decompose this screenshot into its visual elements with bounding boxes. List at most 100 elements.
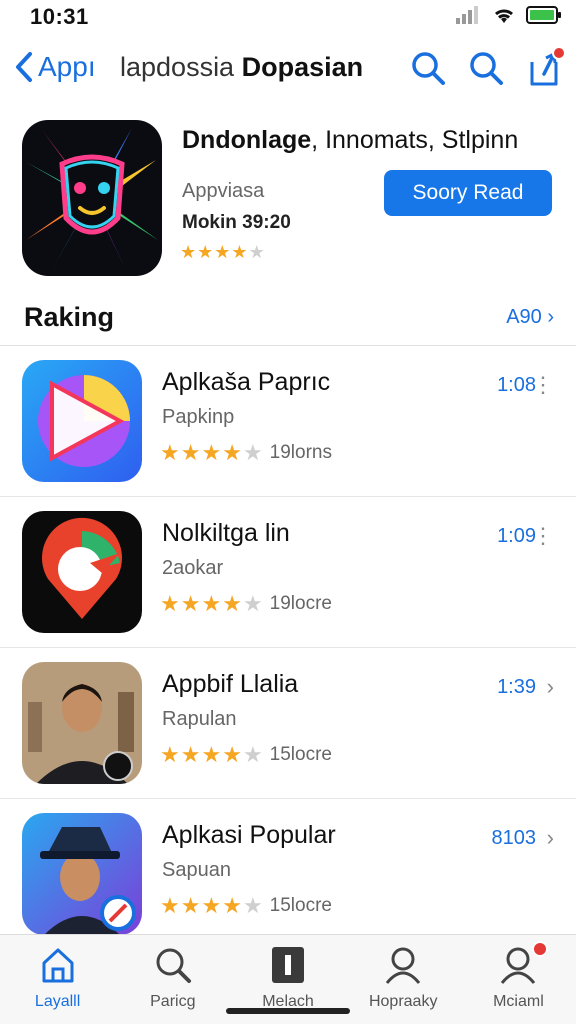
rating-stars: ★★★★★ — [160, 893, 264, 919]
rating-count: 19lorns — [269, 442, 332, 463]
star-icon: ★ — [222, 893, 243, 918]
app-icon — [22, 360, 142, 482]
tab-label: Paricg — [150, 993, 196, 1010]
app-time: 8103 — [491, 827, 537, 849]
more-options-icon[interactable]: ⋮ — [532, 523, 554, 549]
featured-app[interactable]: Dndonlage, Innomats, Stlpinn Appviasa Mo… — [0, 118, 576, 284]
star-icon: ★ — [180, 591, 202, 616]
notification-badge — [552, 46, 566, 60]
home-icon — [42, 948, 74, 983]
star-icon: ★ — [160, 591, 181, 616]
list-item[interactable]: Aplkaša Paprıc Papkinp ★★★★★ 19lorns 1:0… — [0, 346, 576, 497]
star-icon: ★ — [201, 742, 223, 767]
app-rating: ★★★★★ 19locre — [160, 591, 332, 617]
play-triangle-icon — [22, 360, 142, 482]
star-icon: ★ — [214, 242, 232, 262]
rating-stars: ★★★★★ — [160, 440, 264, 466]
star-icon: ★ — [201, 893, 223, 918]
avatar-hat-icon — [22, 813, 142, 935]
app-title: Nolkiltga lin — [162, 519, 290, 547]
star-icon: ★ — [242, 742, 264, 767]
app-time: 1:39 — [497, 676, 536, 698]
star-icon: ★ — [160, 742, 181, 767]
app-title: Aplkaša Paprıc — [162, 368, 331, 396]
star-icon: ★ — [242, 591, 264, 616]
status-time: 10:31 — [30, 4, 89, 29]
star-icon: ★ — [201, 591, 223, 616]
star-icon: ★ — [180, 893, 202, 918]
featured-app-name: Dndonlage, Innomats, Stlpinn — [182, 126, 518, 155]
portrait-icon — [22, 662, 142, 784]
rating-count: 15locre — [269, 895, 332, 916]
status-bar: 10:31 — [0, 0, 576, 36]
list-item[interactable]: Appbif Llalia Rapulan ★★★★★ 15locre 1:39… — [0, 648, 576, 799]
tab-badge — [532, 941, 549, 957]
wifi-icon — [495, 9, 513, 23]
home-indicator — [226, 1008, 350, 1014]
rating-stars: ★★★★★ — [160, 591, 264, 617]
book-icon — [272, 947, 304, 983]
star-icon: ★ — [180, 742, 202, 767]
tab-label: Mciaml — [493, 993, 544, 1010]
nav-actions — [410, 46, 566, 88]
star-icon: ★ — [160, 440, 181, 465]
search-icon — [412, 52, 445, 85]
list-item[interactable]: Nolkiltga lin 2aokar ★★★★★ 19locre 1:09 … — [0, 497, 576, 648]
star-icon: ★ — [248, 242, 266, 262]
page-title-light: lapdossia — [120, 52, 235, 82]
star-icon: ★ — [180, 242, 198, 262]
page-title: lapdossia Dopasian — [120, 52, 363, 83]
tab-1[interactable]: Paricg — [115, 935, 230, 1024]
star-icon: ★ — [201, 440, 223, 465]
chevron-right-icon[interactable]: › — [547, 674, 554, 700]
tab-4[interactable]: Mciaml — [461, 935, 576, 1024]
app-subtitle: 2aokar — [162, 557, 224, 579]
nav-bar: Appı lapdossia Dopasian — [0, 44, 576, 96]
person-icon — [386, 947, 421, 984]
star-icon: ★ — [197, 242, 215, 262]
search-button[interactable] — [410, 48, 446, 88]
app-subtitle: Papkinp — [162, 406, 235, 428]
featured-app-name-rest: , Innomats, Stlpinn — [311, 126, 519, 154]
app-rating: ★★★★★ 19lorns — [160, 440, 332, 466]
share-button[interactable] — [526, 46, 566, 88]
app-icon — [22, 511, 142, 633]
app-subtitle: Rapulan — [162, 708, 237, 730]
search-button-2[interactable] — [468, 48, 504, 88]
app-time: 1:09 — [497, 525, 536, 547]
tab-0[interactable]: Layalll — [0, 935, 115, 1024]
featured-app-icon — [22, 120, 162, 276]
search-icon — [156, 948, 191, 983]
mask-sunburst-icon — [26, 128, 158, 270]
ranking-section-header: Raking A90 › — [0, 296, 576, 346]
featured-app-name-bold: Dndonlage — [182, 126, 312, 154]
star-icon: ★ — [231, 242, 249, 262]
featured-action-button[interactable]: Soory Read — [384, 170, 552, 216]
more-options-icon[interactable]: ⋮ — [532, 372, 554, 398]
rating-count: 19locre — [269, 593, 332, 614]
app-list: Aplkaša Paprıc Papkinp ★★★★★ 19lorns 1:0… — [0, 346, 576, 950]
signal-icon — [456, 6, 478, 24]
star-icon: ★ — [222, 440, 243, 465]
back-button[interactable]: Appı — [14, 50, 96, 84]
featured-app-developer: Appviasa — [182, 180, 265, 202]
list-item[interactable]: Aplkasi Popular Sapuan ★★★★★ 15locre 810… — [0, 799, 576, 950]
tab-3[interactable]: Hopraaky — [346, 935, 461, 1024]
see-all-link[interactable]: A90 › — [506, 306, 554, 329]
tab-label: Layalll — [34, 993, 81, 1010]
tab-label: Hopraaky — [368, 993, 438, 1010]
featured-app-meta: Mokin 39:20 — [182, 212, 291, 233]
app-subtitle: Sapuan — [162, 859, 231, 881]
star-icon: ★ — [222, 591, 243, 616]
app-icon — [22, 813, 142, 935]
app-title: Appbif Llalia — [162, 670, 299, 698]
back-label: Appı — [38, 51, 96, 82]
featured-rating-stars: ★★★★★ — [180, 242, 266, 263]
chevron-right-icon[interactable]: › — [547, 825, 554, 851]
section-heading: Raking — [24, 302, 115, 332]
star-icon: ★ — [242, 893, 264, 918]
chevron-left-icon — [16, 52, 32, 82]
app-title: Aplkasi Popular — [162, 821, 336, 849]
star-icon: ★ — [242, 440, 264, 465]
star-icon: ★ — [160, 893, 181, 918]
